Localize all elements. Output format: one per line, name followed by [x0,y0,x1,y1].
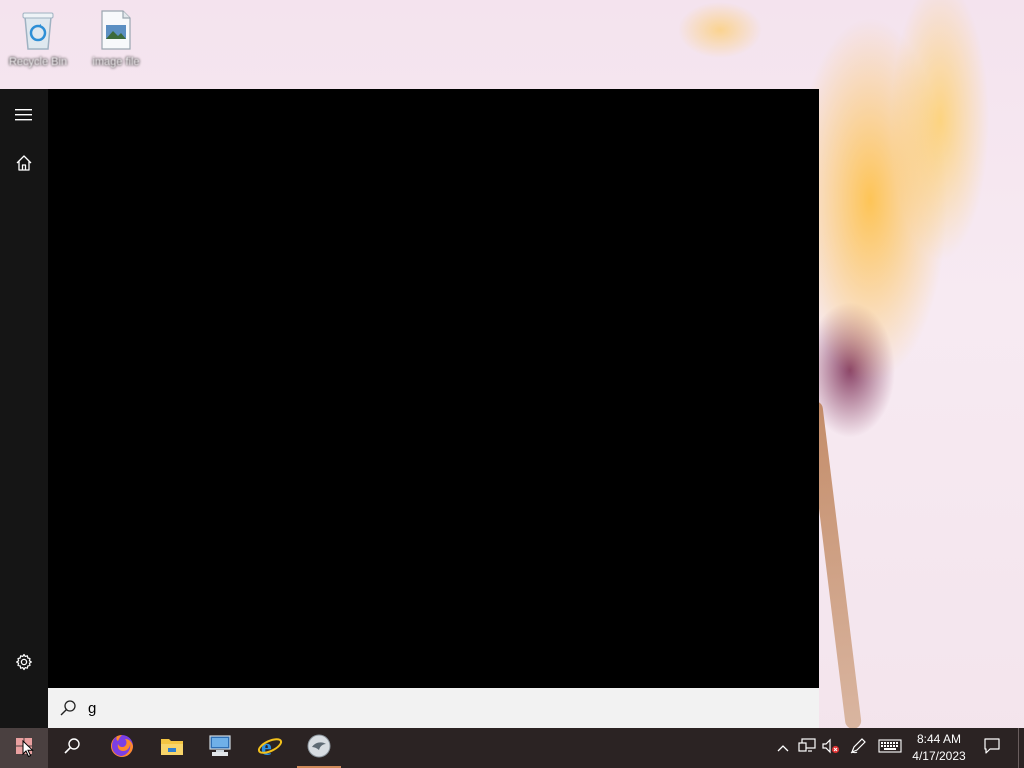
taskbar-file-explorer[interactable] [148,728,196,768]
desktop-icon-label: image file [92,56,140,68]
clock[interactable]: 8:44 AM 4/17/2023 [904,728,974,768]
expand-menu-button[interactable] [0,93,48,141]
taskbar: e 8:44 AM 4/17/2023 [0,728,1024,768]
volume-tray-button[interactable] [820,728,842,768]
home-button[interactable] [0,141,48,189]
search-icon [48,688,88,728]
taskbar-network-app[interactable] [196,728,244,768]
home-icon [15,154,33,177]
taskbar-active-app[interactable] [295,728,343,768]
keyboard-icon [878,738,902,758]
chevron-up-icon [777,739,789,757]
app-icon [307,734,331,763]
desktop-icon-recycle-bin[interactable]: Recycle Bin [8,8,68,78]
start-menu-rail [0,89,48,728]
pen-icon [849,737,867,760]
folder-icon [160,736,184,761]
internet-explorer-icon: e [257,734,283,763]
touch-keyboard-button[interactable] [876,728,904,768]
action-center-button[interactable] [978,728,1006,768]
search-icon [63,737,81,760]
svg-text:e: e [261,735,272,758]
desktop-icon-label: Recycle Bin [8,56,68,68]
taskbar-search-button[interactable] [48,728,96,768]
show-desktop-button[interactable] [1018,728,1024,768]
desktop-icon-image-file[interactable]: image file [86,8,146,78]
search-results-pane [48,89,819,688]
show-hidden-icons-button[interactable] [774,728,792,768]
clock-time: 8:44 AM [916,732,962,746]
volume-muted-icon [822,738,840,759]
image-file-icon [96,8,136,52]
firefox-icon [110,734,134,763]
desktop: Recycle Bin image file g e 8:44 AM 4/17/… [0,0,1024,768]
pen-workspace-button[interactable] [846,728,870,768]
recycle-bin-icon [18,8,58,52]
network-tray-button[interactable] [796,728,818,768]
start-menu [0,89,819,728]
mouse-cursor-icon [22,739,34,763]
action-center-icon [983,737,1001,760]
start-button[interactable] [0,728,48,768]
start-search-box[interactable] [48,688,819,728]
clock-date: 4/17/2023 [912,749,966,763]
search-input[interactable] [88,693,788,723]
settings-button[interactable] [0,640,48,688]
computer-network-icon [207,734,233,762]
taskbar-internet-explorer[interactable]: e [246,728,294,768]
gear-icon [15,653,33,676]
network-icon [798,737,816,759]
hamburger-menu-icon [15,108,33,127]
taskbar-firefox[interactable] [98,728,146,768]
